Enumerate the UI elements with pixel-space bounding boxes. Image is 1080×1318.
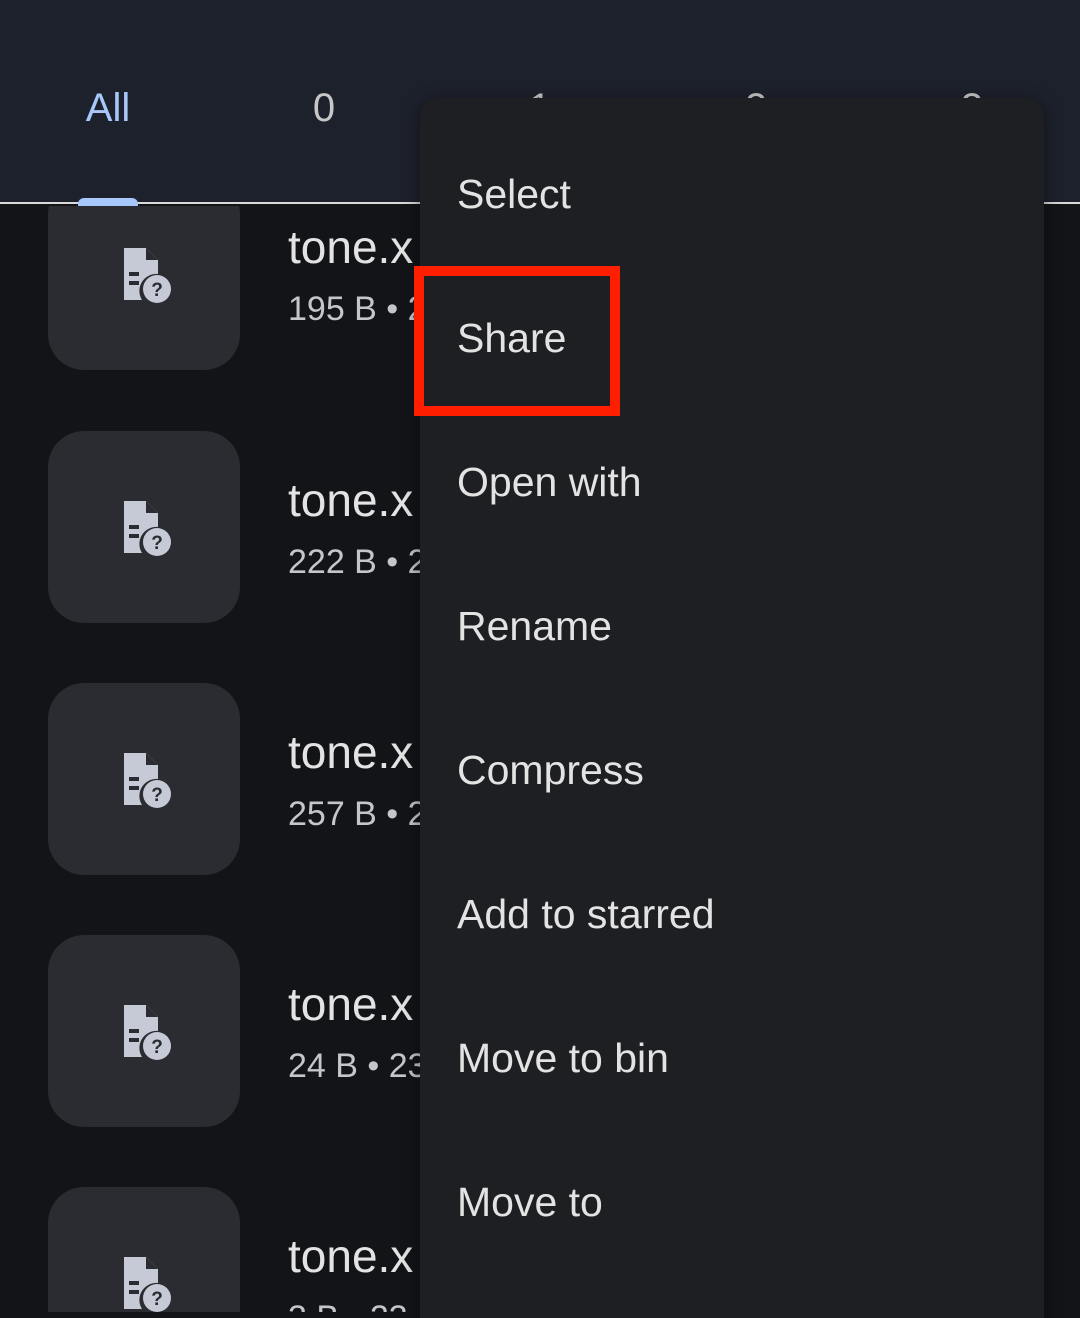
menu-item-compress[interactable]: Compress [420,698,1044,842]
file-thumbnail: ? [48,683,240,875]
file-meta: 195 B • 2 [288,290,427,328]
menu-item-move-to[interactable]: Move to [420,1130,1044,1274]
unknown-file-icon: ? [124,501,171,556]
svg-text:?: ? [151,533,163,554]
unknown-file-icon: ? [124,1257,171,1312]
svg-text:?: ? [151,280,163,301]
tab-all[interactable]: All [86,86,130,131]
svg-text:?: ? [151,785,163,806]
file-thumbnail: ? [48,431,240,623]
menu-item-move-to-bin[interactable]: Move to bin [420,986,1044,1130]
file-meta: 257 B • 2 [288,795,427,833]
unknown-file-icon: ? [124,248,171,303]
svg-text:?: ? [151,1289,163,1310]
tab-0[interactable]: 0 [313,86,335,131]
file-name: tone.x [288,726,414,778]
menu-item-open-with[interactable]: Open with [420,410,1044,554]
file-meta: 3 B • 23 [288,1299,408,1312]
unknown-file-icon: ? [124,1005,171,1060]
menu-item-select[interactable]: Select [420,122,1044,266]
file-thumbnail: ? [48,206,240,370]
share-highlight-box [414,266,620,416]
file-name: tone.x [288,221,414,273]
file-name: tone.x [288,1230,414,1282]
menu-item-add-to-starred[interactable]: Add to starred [420,842,1044,986]
file-name: tone.x [288,474,414,526]
svg-text:?: ? [151,1037,163,1058]
menu-item-rename[interactable]: Rename [420,554,1044,698]
file-meta: 24 B • 23 [288,1047,427,1085]
active-tab-indicator [78,198,138,206]
file-meta: 222 B • 2 [288,543,427,581]
file-name: tone.x [288,978,414,1030]
unknown-file-icon: ? [124,753,171,808]
file-thumbnail: ? [48,1187,240,1312]
file-thumbnail: ? [48,935,240,1127]
